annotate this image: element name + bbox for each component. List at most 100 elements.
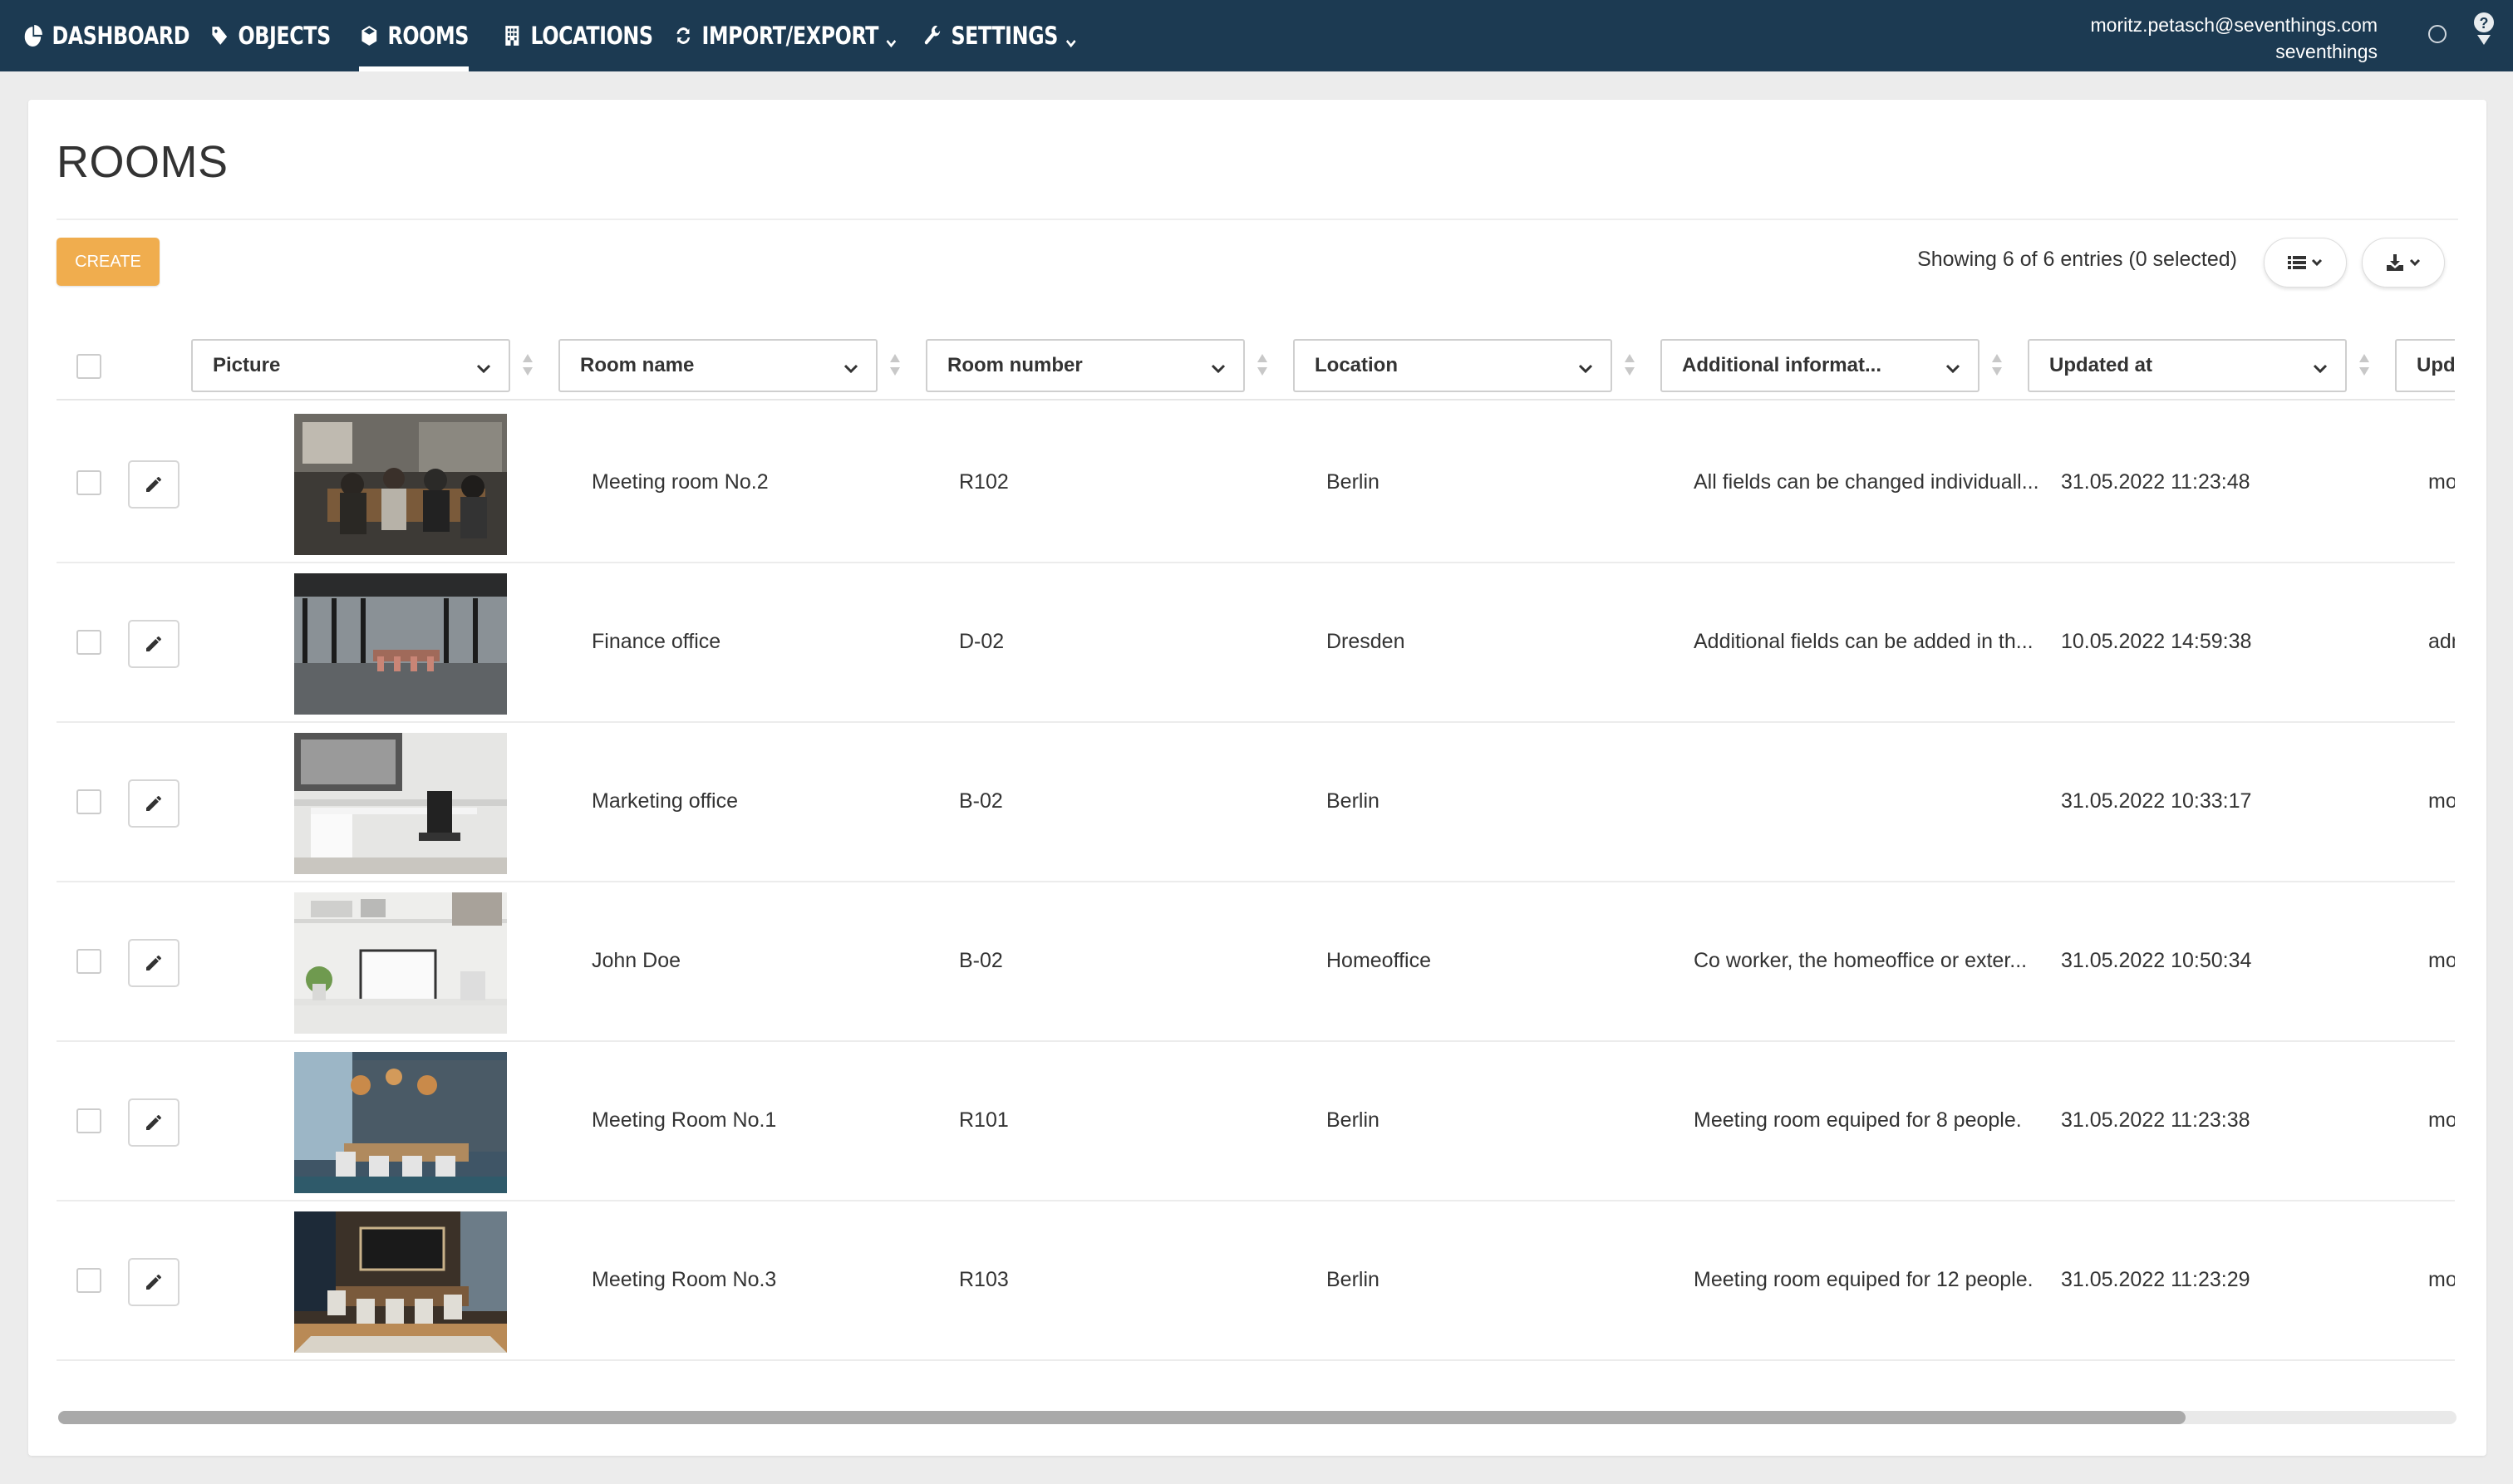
room-picture[interactable]	[294, 414, 507, 555]
nav-dashboard[interactable]: DASHBOARD	[23, 0, 189, 71]
sort-icon[interactable]	[2358, 352, 2370, 377]
pencil-icon	[146, 477, 161, 492]
room-location: Dresden	[1326, 630, 1405, 653]
column-select-additional-information[interactable]: Additional informat...	[1660, 339, 1979, 392]
table-row: Meeting Room No.1 R101 Berlin Meeting ro…	[57, 1042, 2455, 1201]
nav-import-export-label: IMPORT/EXPORT	[701, 22, 879, 50]
column-view-button[interactable]	[2264, 238, 2347, 287]
edit-button[interactable]	[128, 1258, 180, 1306]
room-name: Finance office	[592, 630, 721, 653]
room-name: John Doe	[592, 949, 681, 972]
select-all-checkbox[interactable]	[76, 354, 101, 379]
chevron-down-icon	[1210, 359, 1227, 376]
column-select-updated-by[interactable]: Upd	[2395, 339, 2455, 392]
svg-text:?: ?	[2480, 15, 2489, 32]
list-icon	[2288, 256, 2306, 269]
room-location: Berlin	[1326, 1268, 1379, 1291]
download-button[interactable]	[2362, 238, 2445, 287]
create-button[interactable]: CREATE	[57, 238, 160, 286]
edit-button[interactable]	[128, 460, 180, 509]
table-row: Finance office D-02 Dresden Additional f…	[57, 563, 2455, 723]
help-icon[interactable]: ?	[2470, 12, 2498, 50]
room-picture[interactable]	[294, 1211, 507, 1353]
room-number: R102	[959, 470, 1009, 494]
room-number: R101	[959, 1108, 1009, 1132]
room-updated-by: moritz	[2428, 470, 2455, 494]
column-select-picture[interactable]: Picture	[191, 339, 510, 392]
edit-button[interactable]	[128, 779, 180, 828]
chevron-down-icon	[2311, 258, 2323, 267]
chevron-down-icon	[1065, 28, 1077, 48]
nav-locations[interactable]: LOCATIONS	[502, 0, 653, 71]
room-name: Marketing office	[592, 789, 739, 813]
nav-rooms[interactable]: ROOMS	[359, 0, 469, 71]
nav-locations-label: LOCATIONS	[530, 22, 653, 50]
pencil-icon	[146, 1275, 161, 1290]
entries-count: Showing 6 of 6 entries (0 selected)	[1917, 248, 2237, 271]
user-menu[interactable]: moritz.petasch@seventhings.com seventhin…	[2091, 12, 2378, 65]
room-location: Homeoffice	[1326, 949, 1431, 972]
sort-icon[interactable]	[1624, 352, 1635, 377]
row-checkbox[interactable]	[76, 789, 101, 814]
rooms-panel: ROOMS CREATE Showing 6 of 6 entries (0 s…	[28, 100, 2486, 1456]
column-label: Location	[1315, 354, 1398, 376]
room-number: B-02	[959, 949, 1003, 972]
room-additional-info: Meeting room equiped for 12 people.	[1694, 1268, 2034, 1291]
column-label: Updated at	[2049, 354, 2153, 376]
row-checkbox[interactable]	[76, 1108, 101, 1133]
room-updated-at: 31.05.2022 11:23:29	[2061, 1268, 2250, 1291]
row-checkbox[interactable]	[76, 949, 101, 974]
table-row: Meeting room No.2 R102 Berlin All fields…	[57, 404, 2455, 563]
chevron-down-icon	[1577, 359, 1594, 376]
room-additional-info: Co worker, the homeoffice or exter...	[1694, 949, 2028, 972]
refresh-icon	[673, 23, 694, 48]
room-additional-info: All fields can be changed individuall...	[1694, 470, 2039, 494]
scrollbar-thumb[interactable]	[58, 1411, 2186, 1424]
edit-button[interactable]	[128, 939, 180, 987]
room-picture[interactable]	[294, 573, 507, 715]
user-organization: seventhings	[2275, 41, 2378, 62]
row-checkbox[interactable]	[76, 1268, 101, 1293]
room-picture[interactable]	[294, 1052, 507, 1193]
nav-dashboard-label: DASHBOARD	[52, 22, 190, 50]
edit-button[interactable]	[128, 1098, 180, 1147]
sort-icon[interactable]	[522, 352, 534, 377]
nav-import-export[interactable]: IMPORT/EXPORT	[673, 0, 898, 71]
room-picture[interactable]	[294, 892, 507, 1034]
room-number: D-02	[959, 630, 1005, 653]
sort-icon[interactable]	[1256, 352, 1268, 377]
top-navigation-bar: DASHBOARD OBJECTS ROOMS LOCATIONS IMPORT…	[0, 0, 2513, 71]
sort-icon[interactable]	[889, 352, 901, 377]
row-checkbox[interactable]	[76, 630, 101, 655]
room-picture[interactable]	[294, 733, 507, 874]
page-title: ROOMS	[57, 137, 229, 187]
tag-icon	[209, 23, 230, 48]
chevron-down-icon	[1945, 359, 1961, 376]
column-select-location[interactable]: Location	[1293, 339, 1612, 392]
room-additional-info: Meeting room equiped for 8 people.	[1694, 1108, 2022, 1132]
nav-settings[interactable]: SETTINGS	[922, 0, 1077, 71]
column-label: Additional informat...	[1682, 354, 1881, 376]
pencil-icon	[146, 796, 161, 811]
room-location: Berlin	[1326, 470, 1379, 494]
table-header: Picture Room name Room number Location A…	[57, 317, 2455, 400]
column-select-room-number[interactable]: Room number	[926, 339, 1245, 392]
pencil-icon	[146, 956, 161, 970]
column-select-room-name[interactable]: Room name	[558, 339, 878, 392]
wrench-icon	[922, 23, 943, 48]
room-updated-at: 31.05.2022 11:23:48	[2061, 470, 2250, 494]
room-location: Berlin	[1326, 789, 1379, 813]
room-updated-at: 31.05.2022 10:33:17	[2061, 789, 2252, 813]
edit-button[interactable]	[128, 620, 180, 668]
row-checkbox[interactable]	[76, 470, 101, 495]
room-name: Meeting Room No.1	[592, 1108, 777, 1132]
room-updated-by: admin	[2428, 630, 2455, 653]
nav-rooms-label: ROOMS	[387, 22, 469, 50]
nav-objects[interactable]: OBJECTS	[209, 0, 331, 71]
column-select-updated-at[interactable]: Updated at	[2028, 339, 2347, 392]
status-circle-icon[interactable]	[2428, 25, 2447, 43]
divider	[57, 219, 2458, 220]
column-label: Room number	[947, 354, 1083, 376]
horizontal-scrollbar[interactable]	[58, 1411, 2456, 1424]
sort-icon[interactable]	[1991, 352, 2003, 377]
